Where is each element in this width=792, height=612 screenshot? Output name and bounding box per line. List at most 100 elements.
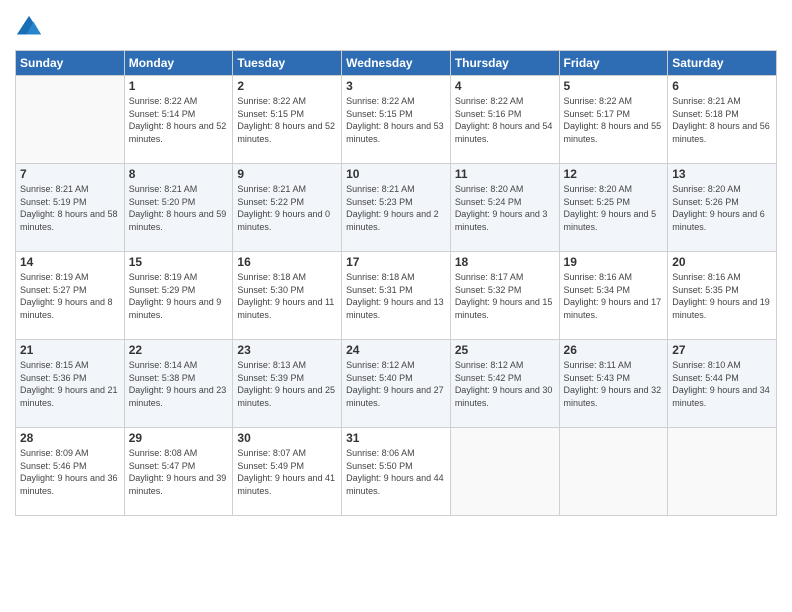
calendar-cell: 30 Sunrise: 8:07 AMSunset: 5:49 PMDayligh… (233, 428, 342, 516)
day-number: 22 (129, 343, 229, 357)
calendar-cell (16, 76, 125, 164)
calendar-table: SundayMondayTuesdayWednesdayThursdayFrid… (15, 50, 777, 516)
calendar-cell: 24Sunrise: 8:12 AMSunset: 5:40 PMDayligh… (342, 340, 451, 428)
day-info: Sunrise: 8:22 AMSunset: 5:14 PMDaylight:… (129, 95, 229, 145)
calendar-cell: 19 Sunrise: 8:16 AMSunset: 5:34 PMDayligh… (559, 252, 668, 340)
day-number: 11 (455, 167, 555, 181)
day-info: Sunrise: 8:13 AMSunset: 5:39 PMDaylight:… (237, 359, 337, 409)
day-number: 21 (20, 343, 120, 357)
day-number: 2 (237, 79, 337, 93)
day-info: Sunrise: 8:18 AMSunset: 5:30 PMDaylight:… (237, 271, 337, 321)
calendar-cell: 18Sunrise: 8:17 AMSunset: 5:32 PMDayligh… (450, 252, 559, 340)
calendar-cell: 8Sunrise: 8:21 AMSunset: 5:20 PMDaylight… (124, 164, 233, 252)
day-info: Sunrise: 8:10 AMSunset: 5:44 PMDaylight:… (672, 359, 772, 409)
weekday-header-sunday: Sunday (16, 51, 125, 76)
calendar-cell: 13Sunrise: 8:20 AMSunset: 5:26 PMDayligh… (668, 164, 777, 252)
weekday-header-thursday: Thursday (450, 51, 559, 76)
calendar-cell: 26 Sunrise: 8:11 AMSunset: 5:43 PMDayligh… (559, 340, 668, 428)
calendar-cell: 28 Sunrise: 8:09 AMSunset: 5:46 PMDayligh… (16, 428, 125, 516)
day-number: 13 (672, 167, 772, 181)
day-number: 26 (564, 343, 664, 357)
day-info: Sunrise: 8:22 AMSunset: 5:16 PMDaylight:… (455, 95, 555, 145)
day-info: Sunrise: 8:12 AMSunset: 5:40 PMDaylight:… (346, 359, 446, 409)
day-number: 28 (20, 431, 120, 445)
calendar-cell: 10 Sunrise: 8:21 AMSunset: 5:23 PMDayligh… (342, 164, 451, 252)
day-info: Sunrise: 8:09 AMSunset: 5:46 PMDaylight:… (20, 447, 120, 497)
day-number: 16 (237, 255, 337, 269)
logo (15, 14, 47, 42)
day-number: 6 (672, 79, 772, 93)
day-info: Sunrise: 8:19 AMSunset: 5:29 PMDaylight:… (129, 271, 229, 321)
day-number: 3 (346, 79, 446, 93)
day-info: Sunrise: 8:21 AMSunset: 5:19 PMDaylight:… (20, 183, 120, 233)
calendar-cell: 11 Sunrise: 8:20 AMSunset: 5:24 PMDayligh… (450, 164, 559, 252)
calendar-cell: 15 Sunrise: 8:19 AMSunset: 5:29 PMDayligh… (124, 252, 233, 340)
day-number: 25 (455, 343, 555, 357)
weekday-header-row: SundayMondayTuesdayWednesdayThursdayFrid… (16, 51, 777, 76)
day-info: Sunrise: 8:06 AMSunset: 5:50 PMDaylight:… (346, 447, 446, 497)
page: SundayMondayTuesdayWednesdayThursdayFrid… (0, 0, 792, 612)
day-number: 5 (564, 79, 664, 93)
day-number: 27 (672, 343, 772, 357)
day-number: 19 (564, 255, 664, 269)
day-info: Sunrise: 8:15 AMSunset: 5:36 PMDaylight:… (20, 359, 120, 409)
day-info: Sunrise: 8:22 AMSunset: 5:15 PMDaylight:… (237, 95, 337, 145)
day-info: Sunrise: 8:20 AMSunset: 5:24 PMDaylight:… (455, 183, 555, 233)
calendar-cell: 3 Sunrise: 8:22 AMSunset: 5:15 PMDaylight… (342, 76, 451, 164)
day-info: Sunrise: 8:21 AMSunset: 5:20 PMDaylight:… (129, 183, 229, 233)
calendar-cell: 21 Sunrise: 8:15 AMSunset: 5:36 PMDayligh… (16, 340, 125, 428)
calendar-week-row: 1 Sunrise: 8:22 AMSunset: 5:14 PMDaylight… (16, 76, 777, 164)
day-info: Sunrise: 8:18 AMSunset: 5:31 PMDaylight:… (346, 271, 446, 321)
day-number: 30 (237, 431, 337, 445)
calendar-cell (559, 428, 668, 516)
day-info: Sunrise: 8:21 AMSunset: 5:22 PMDaylight:… (237, 183, 337, 233)
calendar-cell: 2 Sunrise: 8:22 AMSunset: 5:15 PMDaylight… (233, 76, 342, 164)
day-number: 23 (237, 343, 337, 357)
calendar-cell: 25 Sunrise: 8:12 AMSunset: 5:42 PMDayligh… (450, 340, 559, 428)
day-number: 15 (129, 255, 229, 269)
calendar-cell: 16 Sunrise: 8:18 AMSunset: 5:30 PMDayligh… (233, 252, 342, 340)
day-info: Sunrise: 8:22 AMSunset: 5:15 PMDaylight:… (346, 95, 446, 145)
day-number: 7 (20, 167, 120, 181)
day-info: Sunrise: 8:12 AMSunset: 5:42 PMDaylight:… (455, 359, 555, 409)
day-number: 4 (455, 79, 555, 93)
calendar-week-row: 14 Sunrise: 8:19 AMSunset: 5:27 PMDayligh… (16, 252, 777, 340)
day-number: 29 (129, 431, 229, 445)
day-number: 1 (129, 79, 229, 93)
day-info: Sunrise: 8:08 AMSunset: 5:47 PMDaylight:… (129, 447, 229, 497)
day-number: 18 (455, 255, 555, 269)
calendar-cell: 9 Sunrise: 8:21 AMSunset: 5:22 PMDaylight… (233, 164, 342, 252)
weekday-header-saturday: Saturday (668, 51, 777, 76)
weekday-header-friday: Friday (559, 51, 668, 76)
day-info: Sunrise: 8:21 AMSunset: 5:23 PMDaylight:… (346, 183, 446, 233)
day-number: 20 (672, 255, 772, 269)
day-info: Sunrise: 8:07 AMSunset: 5:49 PMDaylight:… (237, 447, 337, 497)
day-number: 9 (237, 167, 337, 181)
day-info: Sunrise: 8:11 AMSunset: 5:43 PMDaylight:… (564, 359, 664, 409)
calendar-cell: 12 Sunrise: 8:20 AMSunset: 5:25 PMDayligh… (559, 164, 668, 252)
day-number: 10 (346, 167, 446, 181)
day-number: 31 (346, 431, 446, 445)
weekday-header-monday: Monday (124, 51, 233, 76)
day-info: Sunrise: 8:16 AMSunset: 5:35 PMDaylight:… (672, 271, 772, 321)
day-info: Sunrise: 8:19 AMSunset: 5:27 PMDaylight:… (20, 271, 120, 321)
calendar-cell: 22 Sunrise: 8:14 AMSunset: 5:38 PMDayligh… (124, 340, 233, 428)
day-number: 12 (564, 167, 664, 181)
calendar-cell: 17Sunrise: 8:18 AMSunset: 5:31 PMDayligh… (342, 252, 451, 340)
day-number: 14 (20, 255, 120, 269)
day-info: Sunrise: 8:14 AMSunset: 5:38 PMDaylight:… (129, 359, 229, 409)
calendar-cell: 6 Sunrise: 8:21 AMSunset: 5:18 PMDaylight… (668, 76, 777, 164)
weekday-header-tuesday: Tuesday (233, 51, 342, 76)
calendar-cell: 29 Sunrise: 8:08 AMSunset: 5:47 PMDayligh… (124, 428, 233, 516)
header (15, 10, 777, 42)
calendar-cell: 14 Sunrise: 8:19 AMSunset: 5:27 PMDayligh… (16, 252, 125, 340)
calendar-cell (668, 428, 777, 516)
day-info: Sunrise: 8:21 AMSunset: 5:18 PMDaylight:… (672, 95, 772, 145)
calendar-cell: 23 Sunrise: 8:13 AMSunset: 5:39 PMDayligh… (233, 340, 342, 428)
day-info: Sunrise: 8:20 AMSunset: 5:25 PMDaylight:… (564, 183, 664, 233)
day-info: Sunrise: 8:16 AMSunset: 5:34 PMDaylight:… (564, 271, 664, 321)
calendar-cell: 7 Sunrise: 8:21 AMSunset: 5:19 PMDaylight… (16, 164, 125, 252)
calendar-week-row: 21 Sunrise: 8:15 AMSunset: 5:36 PMDayligh… (16, 340, 777, 428)
calendar-cell: 31 Sunrise: 8:06 AMSunset: 5:50 PMDayligh… (342, 428, 451, 516)
calendar-week-row: 28 Sunrise: 8:09 AMSunset: 5:46 PMDayligh… (16, 428, 777, 516)
